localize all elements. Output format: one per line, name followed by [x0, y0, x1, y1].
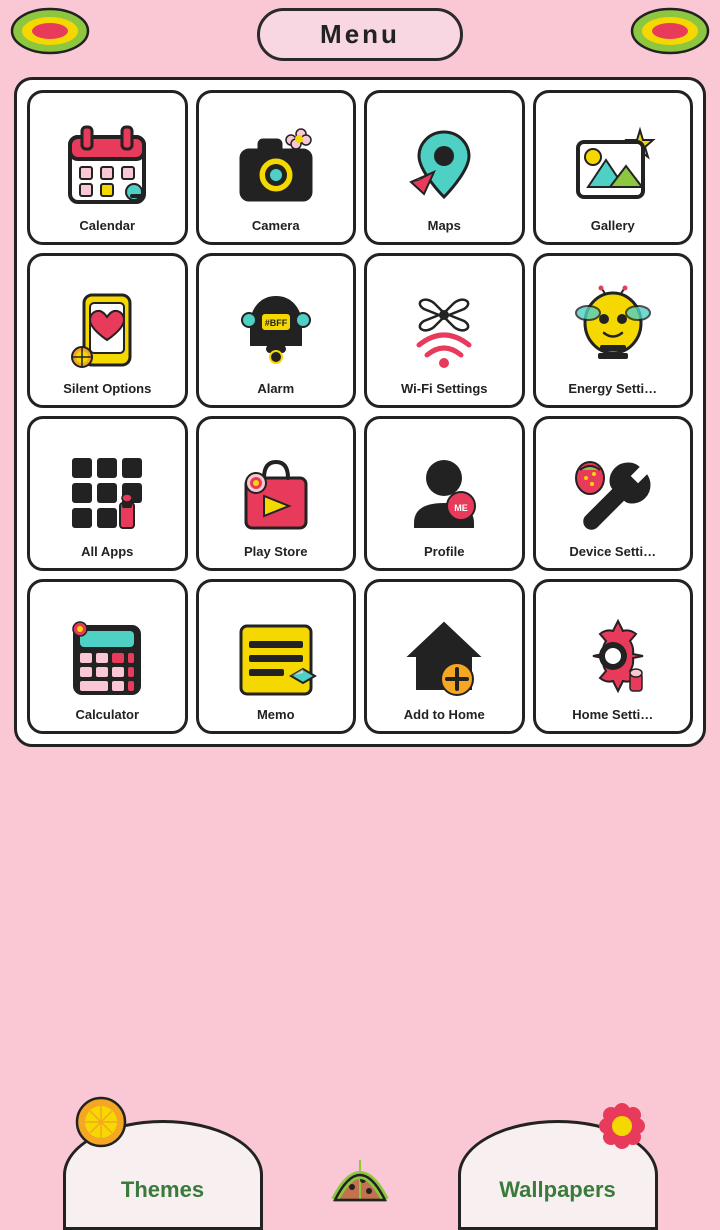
maps-icon [399, 122, 489, 212]
app-tile-gallery[interactable]: Gallery [533, 90, 694, 245]
themes-nav-section[interactable]: Themes [0, 1120, 325, 1230]
svg-text:ME: ME [455, 503, 469, 513]
app-label-alarm: Alarm [257, 381, 294, 397]
themes-bubble[interactable]: Themes [63, 1120, 263, 1230]
header: Menu [0, 0, 720, 69]
wifi-icon [399, 285, 489, 375]
gallery-icon [568, 122, 658, 212]
energy-icon [568, 285, 658, 375]
app-tile-playstore[interactable]: Play Store [196, 416, 357, 571]
app-label-playstore: Play Store [244, 544, 308, 560]
app-tile-calculator[interactable]: Calculator [27, 579, 188, 734]
right-leaf-icon [630, 6, 710, 56]
svg-text:#BFF: #BFF [265, 318, 288, 328]
app-tile-camera[interactable]: Camera [196, 90, 357, 245]
app-label-gallery: Gallery [591, 218, 635, 234]
wallpapers-bubble[interactable]: Wallpapers [458, 1120, 658, 1230]
calculator-icon [62, 611, 152, 701]
menu-title: Menu [257, 8, 463, 61]
watermelon-icon [325, 1145, 395, 1215]
app-tile-addtohome[interactable]: Add to Home [364, 579, 525, 734]
app-tile-alarm[interactable]: #BFF Alarm [196, 253, 357, 408]
app-label-allapps: All Apps [81, 544, 133, 560]
center-watermelon [325, 1145, 395, 1230]
flower-icon [597, 1101, 647, 1151]
app-label-addtohome: Add to Home [404, 707, 485, 723]
menu-title-text: Menu [320, 19, 400, 49]
camera-icon [231, 122, 321, 212]
device-icon [568, 448, 658, 538]
app-label-silent: Silent Options [63, 381, 151, 397]
lemon-icon [74, 1095, 129, 1150]
allapps-icon [62, 448, 152, 538]
wallpapers-nav-section[interactable]: Wallpapers [395, 1120, 720, 1230]
app-tile-calendar[interactable]: Calendar [27, 90, 188, 245]
app-label-memo: Memo [257, 707, 295, 723]
app-label-energy: Energy Setti… [568, 381, 657, 397]
app-label-camera: Camera [252, 218, 300, 234]
memo-icon [231, 611, 321, 701]
playstore-icon [231, 448, 321, 538]
app-label-homesettings: Home Setti… [572, 707, 653, 723]
themes-label: Themes [121, 1177, 204, 1203]
app-label-profile: Profile [424, 544, 464, 560]
profile-icon: ME [399, 448, 489, 538]
app-tile-profile[interactable]: ME Profile [364, 416, 525, 571]
app-tile-maps[interactable]: Maps [364, 90, 525, 245]
app-label-device: Device Setti… [569, 544, 656, 560]
app-label-maps: Maps [428, 218, 461, 234]
addtohome-icon [399, 611, 489, 701]
app-tile-energy[interactable]: Energy Setti… [533, 253, 694, 408]
app-grid: Calendar Camera [14, 77, 706, 747]
app-label-wifi: Wi-Fi Settings [401, 381, 488, 397]
wallpapers-label: Wallpapers [499, 1177, 616, 1203]
app-tile-allapps[interactable]: All Apps [27, 416, 188, 571]
left-leaf-icon [10, 6, 90, 56]
app-label-calendar: Calendar [79, 218, 135, 234]
app-tile-device[interactable]: Device Setti… [533, 416, 694, 571]
bottom-navigation: Themes [0, 1100, 720, 1230]
app-tile-memo[interactable]: Memo [196, 579, 357, 734]
app-tile-homesettings[interactable]: Home Setti… [533, 579, 694, 734]
silent-icon [62, 285, 152, 375]
app-tile-silent[interactable]: Silent Options [27, 253, 188, 408]
homesettings-icon [568, 611, 658, 701]
app-tile-wifi[interactable]: Wi-Fi Settings [364, 253, 525, 408]
alarm-icon: #BFF [231, 285, 321, 375]
app-label-calculator: Calculator [75, 707, 139, 723]
calendar-icon [62, 122, 152, 212]
